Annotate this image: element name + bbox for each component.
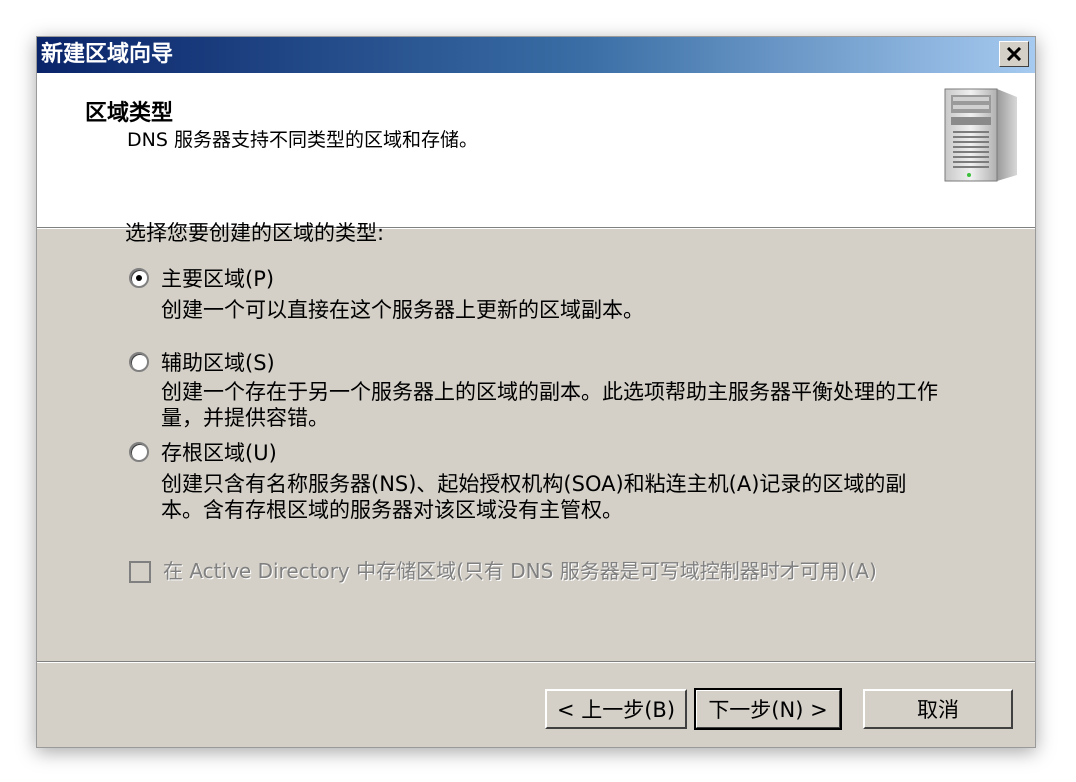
close-icon: [1006, 47, 1022, 61]
stub-zone-description: 创建只含有名称服务器(NS)、起始授权机构(SOA)和粘连主机(A)记录的区域的…: [161, 472, 907, 522]
store-in-ad-label: 在 Active Directory 中存储区域(只有 DNS 服务器是可写域控…: [163, 559, 877, 583]
secondary-zone-label[interactable]: 辅助区域(S): [161, 347, 275, 377]
page-subtitle: DNS 服务器支持不同类型的区域和存储。: [127, 129, 478, 151]
radio-secondary-zone[interactable]: 辅助区域(S): [129, 347, 275, 377]
zone-type-prompt: 选择您要创建的区域的类型:: [125, 221, 385, 245]
window-title: 新建区域向导: [41, 42, 174, 67]
next-button[interactable]: 下一步(N) >: [694, 688, 842, 730]
wizard-header: 区域类型 DNS 服务器支持不同类型的区域和存储。: [37, 73, 1035, 227]
radio-primary-zone[interactable]: 主要区域(P): [129, 263, 274, 293]
radio-button-icon[interactable]: [129, 442, 149, 462]
secondary-zone-description: 创建一个存在于另一个服务器上的区域的副本。此选项帮助主服务器平衡处理的工作量，并…: [161, 380, 938, 430]
page-title: 区域类型: [85, 101, 174, 126]
server-tower-icon: [944, 88, 1017, 182]
radio-stub-zone[interactable]: 存根区域(U): [129, 437, 277, 467]
back-button[interactable]: < 上一步(B): [545, 689, 687, 729]
title-bar[interactable]: 新建区域向导: [37, 37, 1035, 73]
store-in-ad-checkbox: [129, 561, 151, 583]
new-zone-wizard-window: 新建区域向导 区域类型 DNS 服务器支持不同类型的区域和存储。 选择您要创建的…: [36, 36, 1036, 748]
store-in-ad-option: 在 Active Directory 中存储区域(只有 DNS 服务器是可写域控…: [129, 559, 1023, 583]
cancel-button[interactable]: 取消: [863, 689, 1013, 729]
footer-divider-highlight: [37, 662, 1035, 663]
primary-zone-description: 创建一个可以直接在这个服务器上更新的区域副本。: [161, 298, 644, 322]
radio-selected-dot: [136, 275, 142, 281]
close-button[interactable]: [999, 41, 1029, 67]
radio-button-icon[interactable]: [129, 268, 149, 288]
stub-zone-label[interactable]: 存根区域(U): [161, 437, 277, 467]
primary-zone-label[interactable]: 主要区域(P): [161, 263, 274, 293]
radio-button-icon[interactable]: [129, 352, 149, 372]
